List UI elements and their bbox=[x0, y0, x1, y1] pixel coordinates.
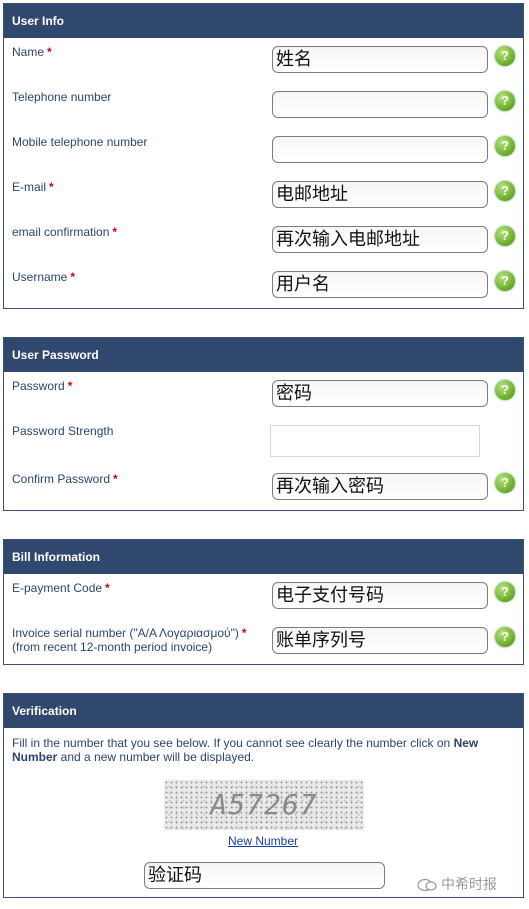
username-field[interactable]: 用户名 bbox=[272, 271, 488, 298]
chat-bubble-icon bbox=[417, 878, 437, 892]
invoice-field[interactable]: 账单序列号 bbox=[272, 627, 488, 654]
captcha-image: A57267 bbox=[164, 780, 364, 830]
verification-panel: Verification Fill in the number that you… bbox=[3, 693, 524, 898]
telephone-field[interactable] bbox=[272, 91, 488, 118]
help-icon[interactable]: ? bbox=[495, 627, 515, 647]
telephone-label: Telephone number bbox=[12, 90, 112, 104]
telephone-row: Telephone number ? bbox=[4, 83, 523, 128]
username-label: Username * bbox=[12, 270, 76, 284]
confirm-password-label: Confirm Password * bbox=[12, 472, 118, 486]
user-password-header: User Password bbox=[4, 338, 523, 372]
new-number-link[interactable]: New Number bbox=[228, 834, 298, 848]
confirm-password-row: Confirm Password * 再次输入密码 ? bbox=[4, 465, 523, 510]
mobile-label: Mobile telephone number bbox=[12, 135, 148, 149]
watermark: 中希时报 bbox=[417, 874, 497, 894]
verification-instructions: Fill in the number that you see below. I… bbox=[12, 736, 479, 764]
name-label: Name * bbox=[12, 45, 52, 59]
user-info-header: User Info bbox=[4, 4, 523, 38]
help-icon[interactable]: ? bbox=[495, 380, 515, 400]
watermark-text: 中希时报 bbox=[441, 877, 497, 893]
bill-information-header: Bill Information bbox=[4, 540, 523, 574]
epayment-row: E-payment Code * 电子支付号码 ? bbox=[4, 574, 523, 619]
email-label: E-mail * bbox=[12, 180, 54, 194]
name-row: Name * 姓名 ? bbox=[4, 38, 523, 83]
help-icon[interactable]: ? bbox=[495, 582, 515, 602]
user-info-panel: User Info Name * 姓名 ? Telephone number ? … bbox=[3, 3, 524, 309]
verification-code-field[interactable]: 验证码 bbox=[144, 862, 385, 889]
password-row: Password * 密码 ? bbox=[4, 372, 523, 417]
help-icon[interactable]: ? bbox=[495, 181, 515, 201]
email-confirm-label: email confirmation * bbox=[12, 225, 118, 239]
password-strength-label: Password Strength bbox=[12, 424, 114, 438]
verification-body: Fill in the number that you see below. I… bbox=[4, 728, 523, 897]
help-icon[interactable]: ? bbox=[495, 91, 515, 111]
epayment-label: E-payment Code * bbox=[12, 581, 110, 595]
email-field[interactable]: 电邮地址 bbox=[272, 181, 488, 208]
confirm-password-field[interactable]: 再次输入密码 bbox=[272, 473, 488, 500]
email-confirm-field[interactable]: 再次输入电邮地址 bbox=[272, 226, 488, 253]
help-icon[interactable]: ? bbox=[495, 226, 515, 246]
password-field[interactable]: 密码 bbox=[272, 380, 488, 407]
password-strength-meter bbox=[270, 425, 480, 457]
help-icon[interactable]: ? bbox=[495, 136, 515, 156]
password-label: Password * bbox=[12, 379, 73, 393]
help-icon[interactable]: ? bbox=[495, 46, 515, 66]
verification-header: Verification bbox=[4, 694, 523, 728]
name-field[interactable]: 姓名 bbox=[272, 46, 488, 73]
username-row: Username * 用户名 ? bbox=[4, 263, 523, 308]
user-password-panel: User Password Password * 密码 ? Password St… bbox=[3, 337, 524, 511]
invoice-row: Invoice serial number ("Α/Α Λογαριασμού"… bbox=[4, 619, 523, 664]
mobile-field[interactable] bbox=[272, 136, 488, 163]
email-confirm-row: email confirmation * 再次输入电邮地址 ? bbox=[4, 218, 523, 263]
password-strength-row: Password Strength bbox=[4, 417, 523, 465]
bill-information-panel: Bill Information E-payment Code * 电子支付号码 … bbox=[3, 539, 524, 665]
help-icon[interactable]: ? bbox=[495, 271, 515, 291]
help-icon[interactable]: ? bbox=[495, 473, 515, 493]
epayment-field[interactable]: 电子支付号码 bbox=[272, 582, 488, 609]
mobile-row: Mobile telephone number ? bbox=[4, 128, 523, 173]
invoice-label: Invoice serial number ("Α/Α Λογαριασμού"… bbox=[12, 626, 247, 654]
email-row: E-mail * 电邮地址 ? bbox=[4, 173, 523, 218]
